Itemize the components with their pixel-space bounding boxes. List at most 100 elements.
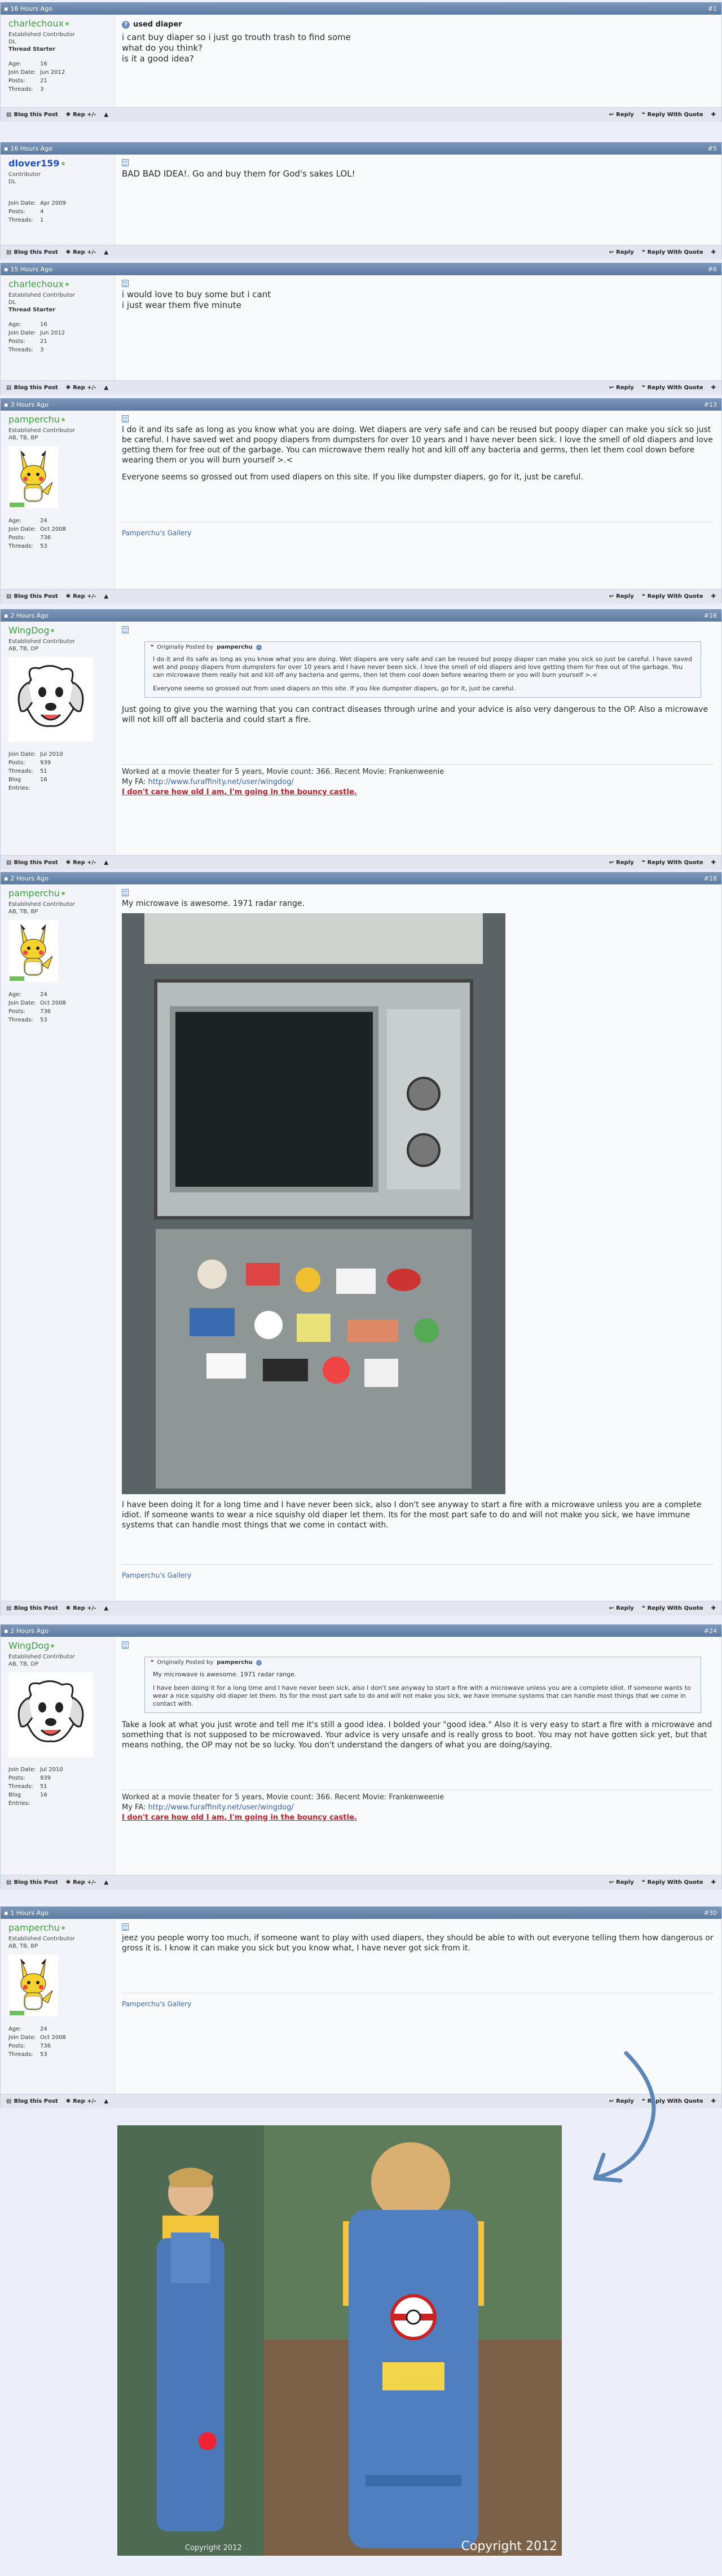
reply-with-quote-button[interactable]: ❝ Reply With Quote <box>642 1879 703 1886</box>
user-title: Established Contributor <box>8 639 75 645</box>
multi-quote-button[interactable]: ✚ <box>711 1605 716 1611</box>
report-button[interactable]: ▲ <box>104 112 108 118</box>
blog-this-post-button[interactable]: ▤ Blog this Post <box>6 1879 58 1886</box>
post: ▪ 16 Hours Ago #5 dlover159 Contributor DL… <box>0 142 722 259</box>
stat-value: 16 <box>40 777 47 783</box>
post-number-link[interactable]: #6 <box>708 266 717 273</box>
username-link[interactable]: dlover159 <box>8 158 109 169</box>
stat-label: Posts: <box>8 209 25 215</box>
quote-text: My microwave is awesome. 1971 radar rang… <box>145 1668 701 1712</box>
post-footer: ▤ Blog this Post ✱ Rep +/- ▲ ↩ Reply ❝ Reply… <box>1 855 721 870</box>
reputation-button[interactable]: ✱ Rep +/- <box>66 112 96 118</box>
post-number-link[interactable]: #24 <box>704 1627 717 1635</box>
quote-line: I have been doing it for a long time and… <box>153 1684 691 1707</box>
blog-this-post-button[interactable]: ▤ Blog this Post <box>6 385 58 391</box>
avatar[interactable] <box>8 446 109 510</box>
username-link[interactable]: charlechoux <box>8 279 109 289</box>
reply-button[interactable]: ↩ Reply <box>609 593 634 600</box>
fa-profile-link[interactable]: http://www.furaffinity.net/user/wingdog/ <box>148 778 294 786</box>
post-time: 16 Hours Ago <box>10 144 52 152</box>
post-number-link[interactable]: #1 <box>708 5 717 12</box>
view-post-icon[interactable]: › <box>256 1660 262 1666</box>
gallery-link[interactable]: Pamperchu's Gallery <box>122 1993 714 2009</box>
quote-line: I do it and its safe as long as you know… <box>153 655 692 679</box>
reply-with-quote-button[interactable]: ❝ Reply With Quote <box>642 385 703 391</box>
username-link[interactable]: WingDog <box>8 625 109 636</box>
multi-quote-button[interactable]: ✚ <box>711 593 716 600</box>
view-post-icon[interactable]: › <box>256 645 262 650</box>
username-link[interactable]: WingDog <box>8 1640 109 1651</box>
reputation-button[interactable]: ✱ Rep +/- <box>66 2098 96 2104</box>
reply-button[interactable]: ↩ Reply <box>609 1605 634 1611</box>
multi-quote-button[interactable]: ✚ <box>711 860 716 866</box>
post-number-link[interactable]: #30 <box>704 1909 717 1917</box>
quote-label: Originally Posted by <box>157 1659 214 1666</box>
reply-with-quote-button[interactable]: ❝ Reply With Quote <box>642 249 703 256</box>
username-link[interactable]: charlechoux <box>8 18 109 29</box>
post-number-link[interactable]: #16 <box>704 612 717 619</box>
reply-with-quote-button[interactable]: ❝ Reply With Quote <box>642 593 703 600</box>
reply-button[interactable]: ↩ Reply <box>609 249 634 256</box>
reputation-button[interactable]: ✱ Rep +/- <box>66 249 96 256</box>
avatar[interactable] <box>8 1672 109 1759</box>
reputation-button[interactable]: ✱ Rep +/- <box>66 593 96 600</box>
reply-with-quote-button[interactable]: ❝ Reply With Quote <box>642 860 703 866</box>
post-number-link[interactable]: #13 <box>704 401 717 408</box>
stat-label: Age: <box>8 518 21 524</box>
reply-with-quote-button[interactable]: ❝ Reply With Quote <box>642 112 703 118</box>
stat-value: 939 <box>40 760 51 766</box>
reply-button[interactable]: ↩ Reply <box>609 860 634 866</box>
signature: Worked at a movie theater for 5 years, M… <box>122 1790 714 1823</box>
blog-this-post-button[interactable]: ▤ Blog this Post <box>6 249 58 256</box>
reply-button[interactable]: ↩ Reply <box>609 112 634 118</box>
blog-this-post-button[interactable]: ▤ Blog this Post <box>6 593 58 600</box>
stat-label: Join Date: <box>8 1767 36 1773</box>
quote-label: Originally Posted by <box>157 644 214 650</box>
username-link[interactable]: pamperchu <box>8 414 109 425</box>
report-button[interactable]: ▲ <box>104 2098 108 2104</box>
post-number-link[interactable]: #18 <box>704 875 717 882</box>
signature-quote[interactable]: I don't care how old I am, I'm going in … <box>122 1813 357 1822</box>
fa-profile-link[interactable]: http://www.furaffinity.net/user/wingdog/ <box>148 1803 294 1812</box>
multi-quote-button[interactable]: ✚ <box>711 1879 716 1886</box>
multi-quote-button[interactable]: ✚ <box>711 249 716 256</box>
multi-quote-button[interactable]: ✚ <box>711 2098 716 2104</box>
post-line: i just wear them five minute <box>122 300 241 310</box>
report-button[interactable]: ▲ <box>104 860 108 866</box>
multi-quote-button[interactable]: ✚ <box>711 385 716 391</box>
stat-value: 1 <box>40 217 44 223</box>
avatar[interactable] <box>8 1954 109 2018</box>
reputation-button[interactable]: ✱ Rep +/- <box>66 1605 96 1611</box>
report-button[interactable]: ▲ <box>104 385 108 391</box>
button-label: Reply <box>616 249 634 256</box>
reply-with-quote-button[interactable]: ❝ Reply With Quote <box>642 1605 703 1611</box>
avatar[interactable] <box>8 657 109 743</box>
dog-avatar-image <box>8 657 93 742</box>
online-status-icon <box>61 891 65 895</box>
report-button[interactable]: ▲ <box>104 1879 108 1886</box>
username-link[interactable]: pamperchu <box>8 1922 109 1933</box>
post-time: 2 Hours Ago <box>10 1627 49 1635</box>
post-number-link[interactable]: #5 <box>708 145 717 152</box>
rep-icon: ✱ <box>65 593 71 600</box>
blog-this-post-button[interactable]: ▤ Blog this Post <box>6 1605 58 1611</box>
report-button[interactable]: ▲ <box>104 249 108 256</box>
report-button[interactable]: ▲ <box>104 1605 108 1611</box>
username-link[interactable]: pamperchu <box>8 888 109 899</box>
blog-this-post-button[interactable]: ▤ Blog this Post <box>6 112 58 118</box>
reputation-button[interactable]: ✱ Rep +/- <box>66 385 96 391</box>
multi-quote-button[interactable]: ✚ <box>711 112 716 118</box>
blog-this-post-button[interactable]: ▤ Blog this Post <box>6 2098 58 2104</box>
reputation-button[interactable]: ✱ Rep +/- <box>66 1879 96 1886</box>
report-button[interactable]: ▲ <box>104 593 108 600</box>
reply-button[interactable]: ↩ Reply <box>609 1879 634 1886</box>
signature-quote[interactable]: I don't care how old I am, I'm going in … <box>122 788 357 796</box>
clock-icon: ▪ <box>4 1627 8 1635</box>
post-title: used diaper <box>133 20 182 29</box>
reply-button[interactable]: ↩ Reply <box>609 385 634 391</box>
blog-this-post-button[interactable]: ▤ Blog this Post <box>6 860 58 866</box>
gallery-link[interactable]: Pamperchu's Gallery <box>122 522 714 538</box>
gallery-link[interactable]: Pamperchu's Gallery <box>122 1564 714 1580</box>
reputation-button[interactable]: ✱ Rep +/- <box>66 860 96 866</box>
avatar[interactable] <box>8 920 109 984</box>
